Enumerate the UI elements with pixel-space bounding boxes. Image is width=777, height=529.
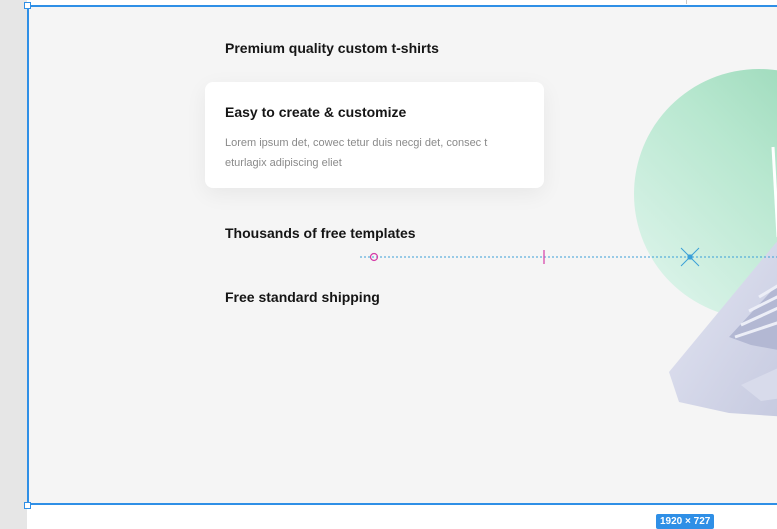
feature-title-customize: Easy to create & customize xyxy=(225,104,407,120)
top-ruler-tick xyxy=(686,0,687,4)
resize-handle-bottom-left[interactable] xyxy=(24,502,31,509)
left-gutter xyxy=(0,0,27,529)
artboard-frame[interactable]: Premium quality custom t-shirts Easy to … xyxy=(27,5,777,505)
feature-title-shipping: Free standard shipping xyxy=(225,289,380,305)
feature-card-active[interactable]: Easy to create & customize Lorem ipsum d… xyxy=(205,82,544,188)
feature-title-templates: Thousands of free templates xyxy=(225,225,416,241)
feature-description: Lorem ipsum det, cowec tetur duis necgi … xyxy=(225,137,488,169)
feature-title-quality: Premium quality custom t-shirts xyxy=(225,40,439,56)
resize-handle-top-left[interactable] xyxy=(24,2,31,9)
artboard-size-badge: 1920 × 727 xyxy=(656,514,715,529)
